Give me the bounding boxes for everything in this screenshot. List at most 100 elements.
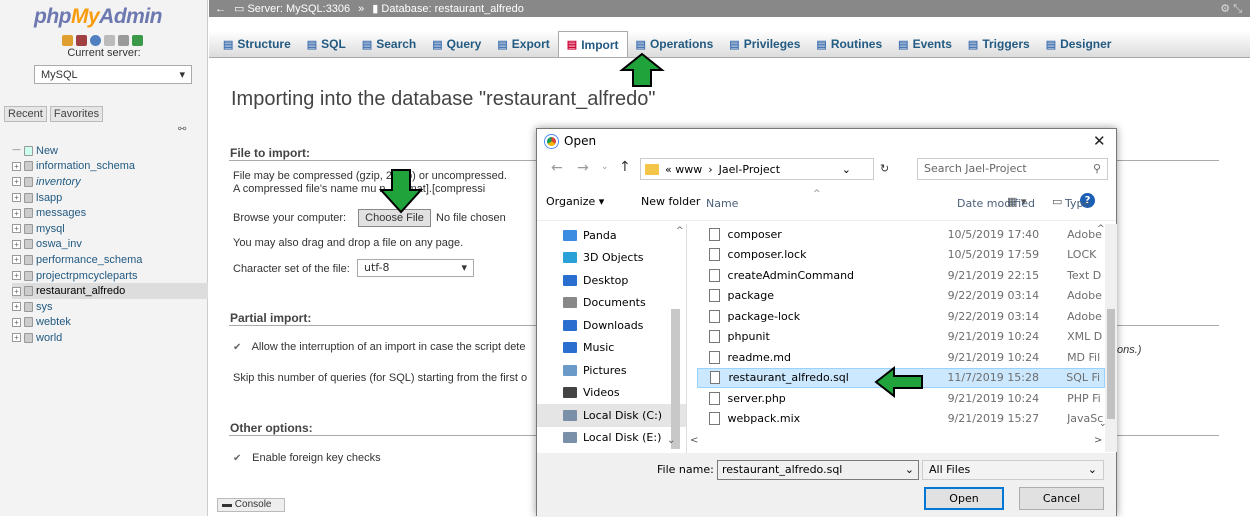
database-item[interactable]: + lsapp: [12, 190, 208, 206]
database-item[interactable]: + world: [12, 330, 208, 346]
expand-icon[interactable]: +: [12, 208, 21, 218]
address-bar[interactable]: « www › Jael-Project ⌄: [640, 158, 874, 180]
expand-icon[interactable]: +: [12, 193, 21, 203]
back-arrow-icon[interactable]: ←: [551, 160, 563, 176]
expand-icon[interactable]: +: [12, 271, 21, 281]
scroll-down-icon[interactable]: ⌄: [1099, 419, 1107, 429]
forward-arrow-icon[interactable]: →: [577, 160, 589, 176]
breadcrumb-server[interactable]: ▭ Server: MySQL:3306: [234, 2, 350, 15]
breadcrumb-database[interactable]: ▮ Database: restaurant_alfredo: [372, 2, 524, 15]
foreign-key-option[interactable]: ✔ Enable foreign key checks: [233, 452, 381, 464]
place-item[interactable]: Panda: [537, 224, 686, 247]
database-item[interactable]: + oswa_inv: [12, 237, 208, 253]
console-button[interactable]: ▬ Console: [217, 498, 285, 512]
place-item[interactable]: Videos: [537, 382, 686, 405]
file-row[interactable]: readme.md 9/21/2019 10:24 MD Fil: [697, 347, 1105, 368]
database-item[interactable]: + projectrpmcycleparts: [12, 268, 208, 284]
expand-icon[interactable]: +: [12, 177, 21, 187]
scroll-right-icon[interactable]: >: [1094, 435, 1102, 446]
file-row[interactable]: createAdminCommand 9/21/2019 22:15 Text D: [697, 265, 1105, 286]
expand-icon[interactable]: +: [12, 224, 21, 234]
allow-interrupt-option[interactable]: ✔ Allow the interruption of an import in…: [233, 341, 525, 353]
chevron-down-icon[interactable]: ⌄: [905, 463, 914, 477]
file-name-input[interactable]: restaurant_alfredo.sql ⌄: [717, 460, 919, 480]
file-row[interactable]: phpunit 9/21/2019 10:24 XML D: [697, 327, 1105, 348]
checkbox-checked-icon[interactable]: ✔: [233, 453, 243, 464]
place-item[interactable]: Local Disk (E:): [537, 427, 686, 450]
gear-icon[interactable]: ⚙ ⤡: [1220, 2, 1242, 16]
tab-structure[interactable]: ▤ Structure: [215, 31, 299, 57]
search-input[interactable]: Search Jael-Project ⚲: [917, 158, 1108, 180]
server-select[interactable]: MySQL ▾: [34, 65, 192, 84]
recent-locations-icon[interactable]: ⌄: [601, 162, 609, 172]
column-name-header[interactable]: Name: [706, 197, 738, 210]
place-item[interactable]: Documents: [537, 292, 686, 315]
reload-icon[interactable]: [132, 35, 143, 46]
database-item[interactable]: + inventory: [12, 174, 208, 190]
settings-icon[interactable]: [118, 35, 129, 46]
phpmyadmin-logo[interactable]: phpMyAdmin: [34, 5, 162, 29]
expand-icon[interactable]: +: [12, 302, 21, 312]
chevron-down-icon[interactable]: ⌄: [842, 163, 851, 176]
database-item[interactable]: + restaurant_alfredo: [12, 283, 208, 299]
file-row[interactable]: webpack.mix 9/21/2019 15:27 JavaSc: [697, 409, 1105, 430]
database-item[interactable]: + webtek: [12, 315, 208, 331]
expand-icon[interactable]: +: [12, 239, 21, 249]
refresh-icon[interactable]: ↻: [880, 162, 889, 175]
tab-search[interactable]: ▤ Search: [354, 31, 424, 57]
tab-export[interactable]: ▤ Export: [489, 31, 557, 57]
scroll-left-icon[interactable]: <: [690, 435, 698, 446]
expand-icon[interactable]: +: [12, 286, 21, 296]
tab-import[interactable]: ▤ Import: [557, 31, 628, 57]
open-button[interactable]: Open: [924, 487, 1004, 510]
column-type-header[interactable]: Type: [1065, 197, 1090, 210]
collapse-arrow-icon[interactable]: ←: [215, 3, 226, 15]
database-item[interactable]: + information_schema: [12, 159, 208, 175]
checkbox-checked-icon[interactable]: ✔: [233, 342, 243, 353]
sidebar-scrollbar[interactable]: [671, 309, 680, 449]
file-row[interactable]: package 9/22/2019 03:14 Adobe: [697, 286, 1105, 307]
organize-button[interactable]: Organize ▾: [546, 195, 604, 208]
place-item[interactable]: Downloads: [537, 314, 686, 337]
tab-routines[interactable]: ▤ Routines: [808, 31, 890, 57]
address-segment-project[interactable]: Jael-Project: [719, 163, 780, 176]
tab-designer[interactable]: ▤ Designer: [1038, 31, 1120, 57]
new-folder-button[interactable]: New folder: [641, 195, 700, 208]
file-row[interactable]: composer.lock 10/5/2019 17:59 LOCK: [697, 245, 1105, 266]
cancel-button[interactable]: Cancel: [1019, 487, 1104, 510]
close-icon[interactable]: ✕: [1093, 132, 1106, 150]
docs-icon[interactable]: [104, 35, 115, 46]
place-item[interactable]: 3D Objects: [537, 247, 686, 270]
file-row[interactable]: package-lock 9/22/2019 03:14 Adobe: [697, 306, 1105, 327]
home-icon[interactable]: [62, 35, 73, 46]
up-arrow-icon[interactable]: ↑: [619, 159, 631, 175]
expand-icon[interactable]: +: [12, 161, 21, 171]
dialog-titlebar[interactable]: Open: [537, 129, 1116, 153]
file-row[interactable]: composer 10/5/2019 17:40 Adobe: [697, 224, 1105, 245]
charset-select[interactable]: utf-8 ▾: [357, 259, 474, 277]
database-item[interactable]: + messages: [12, 205, 208, 221]
database-item[interactable]: + sys: [12, 299, 208, 315]
tab-sql[interactable]: ▤ SQL: [299, 31, 354, 57]
sidebar-scroll-up-icon[interactable]: ^: [676, 226, 684, 236]
logout-icon[interactable]: [76, 35, 87, 46]
place-item[interactable]: Desktop: [537, 269, 686, 292]
database-item[interactable]: + performance_schema: [12, 252, 208, 268]
file-type-select[interactable]: All Files ⌄: [922, 460, 1104, 480]
scroll-up-icon[interactable]: ^: [1097, 224, 1105, 234]
column-date-header[interactable]: Date modified: [957, 197, 1035, 210]
tab-query[interactable]: ▤ Query: [424, 31, 489, 57]
place-item[interactable]: Music: [537, 337, 686, 360]
sidebar-scroll-down-icon[interactable]: ⌄: [667, 435, 675, 446]
address-segment-www[interactable]: « www: [665, 163, 702, 176]
database-item[interactable]: — New: [12, 143, 208, 159]
tab-triggers[interactable]: ▤ Triggers: [960, 31, 1038, 57]
preview-pane-icon[interactable]: ▭: [1052, 195, 1062, 208]
favorites-button[interactable]: Favorites: [49, 106, 104, 122]
place-item[interactable]: Local Disk (C:): [537, 404, 686, 427]
recent-button[interactable]: Recent: [4, 106, 47, 122]
link-icon[interactable]: ⚯: [178, 124, 186, 135]
file-list-scroll-thumb[interactable]: [1107, 309, 1115, 419]
tab-events[interactable]: ▤ Events: [890, 31, 960, 57]
expand-icon[interactable]: +: [12, 317, 21, 327]
